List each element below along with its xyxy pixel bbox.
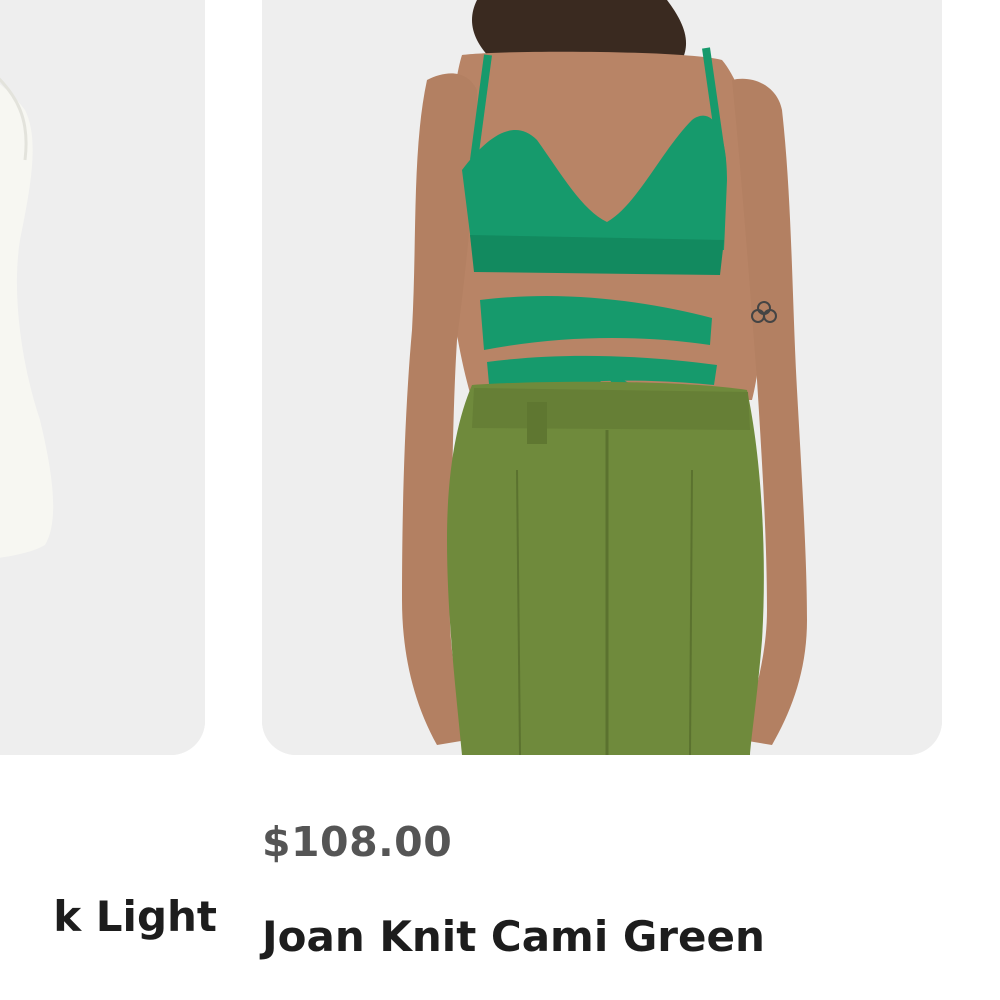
product-card[interactable]: $108.00 Joan Knit Cami Green: [262, 0, 942, 961]
product-name[interactable]: k Light: [53, 892, 217, 941]
product-name[interactable]: Joan Knit Cami Green: [262, 912, 765, 961]
product-price: $108.00: [262, 818, 453, 866]
product-image[interactable]: [0, 0, 205, 755]
product-card[interactable]: k Light: [0, 0, 217, 941]
product-image[interactable]: [262, 0, 942, 755]
product-grid: k Light $108.00 Joan Knit Cami Green: [0, 0, 1000, 1000]
model-image: [262, 0, 942, 755]
white-top-image: [0, 0, 205, 755]
